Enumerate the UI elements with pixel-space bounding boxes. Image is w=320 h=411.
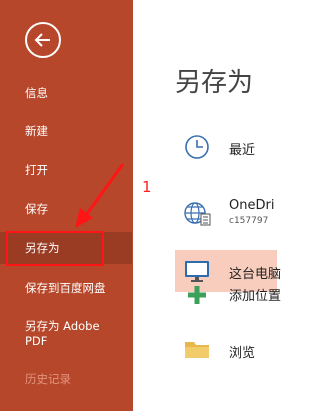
page-title: 另存为 <box>175 68 254 98</box>
location-account: c157797 <box>229 216 269 226</box>
back-button[interactable] <box>25 22 61 58</box>
location-label: 浏览 <box>229 346 256 361</box>
location-add-place[interactable]: 添加位置 <box>175 279 281 321</box>
plus-icon <box>188 286 206 304</box>
annotation-number: 1 <box>142 178 152 196</box>
sidebar-item-new[interactable]: 新建 <box>0 124 133 139</box>
sidebar-item-save-as[interactable]: 另存为 <box>0 232 132 264</box>
location-onedrive[interactable]: OneDri c157797 <box>175 192 277 240</box>
location-recent[interactable]: 最近 <box>175 126 277 168</box>
sidebar-item-info[interactable]: 信息 <box>0 86 133 101</box>
location-label: 添加位置 <box>229 289 282 304</box>
clock-icon <box>185 135 209 159</box>
sidebar-item-save-as-pdf[interactable]: 另存为 Adobe PDF <box>0 319 110 349</box>
globe-icon <box>184 202 211 226</box>
folder-icon <box>185 342 209 358</box>
arrow-left-icon <box>34 33 50 47</box>
location-label: 最近 <box>229 143 256 158</box>
location-browse[interactable]: 浏览 <box>175 330 277 372</box>
location-label: OneDri <box>229 198 275 213</box>
annotation-arrow-icon <box>75 163 125 228</box>
sidebar-item-save-to-baidu[interactable]: 保存到百度网盘 <box>0 281 133 296</box>
sidebar-item-history[interactable]: 历史记录 <box>0 372 133 387</box>
